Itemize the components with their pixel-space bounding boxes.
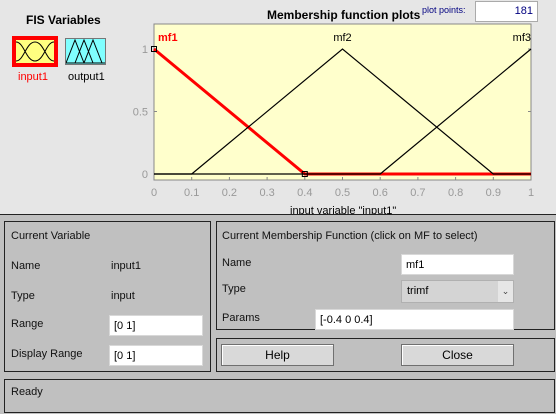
buttons-panel: Help Close [216,338,555,372]
params-label: Params [222,312,260,324]
plot-background [153,23,532,181]
y-tick-label: 0.5 [133,107,148,119]
x-tick-label: 0.8 [448,187,463,199]
current-mf-panel: Current Membership Function (click on MF… [216,221,555,330]
status-bar: Ready [4,379,555,413]
y-tick-label: 0 [142,169,148,181]
mf-name-label: Name [222,257,252,269]
x-tick-label: 0.6 [373,187,388,199]
type-value: input [111,290,135,302]
type-label: Type [11,290,35,302]
name-value: input1 [111,260,141,272]
x-tick-label: 0.2 [222,187,237,199]
x-tick-label: 0.7 [410,187,425,199]
x-tick-label: 0.5 [335,187,350,199]
x-tick-label: 1 [528,187,534,199]
current-variable-title: Current Variable [11,230,91,242]
mf-type-select[interactable]: trimf ⌄ [401,280,514,303]
x-tick-label: 0.3 [259,187,274,199]
plot-area-background: FIS Variables input1 output1 Membership … [0,0,556,217]
range-label: Range [11,318,44,330]
mf-label-mf2: mf2 [333,32,351,44]
current-mf-title: Current Membership Function (click on MF… [222,230,478,242]
control-area: Current Variable Name input1 Type input … [0,214,556,414]
display-range-input[interactable]: [0 1] [109,345,203,366]
close-button[interactable]: Close [401,344,514,366]
x-tick-label: 0 [151,187,157,199]
mf-type-label: Type [222,283,246,295]
mf-name-input[interactable]: mf1 [401,254,514,275]
display-range-label: Display Range [11,348,83,360]
membership-function-chart[interactable]: 0 0.1 0.2 0.3 0.4 0.5 0.6 0.7 0.8 0.9 1 0 0.5 1 mf1 mf2… [0,0,556,214]
name-label: Name [11,260,41,272]
mf-label-mf1: mf1 [158,32,178,44]
mf-type-value: trimf [407,285,429,297]
help-button[interactable]: Help [221,344,334,366]
current-variable-panel: Current Variable Name input1 Type input … [4,221,211,372]
y-tick-label: 1 [142,44,148,56]
x-tick-label: 0.1 [184,187,199,199]
status-text: Ready [11,386,43,398]
x-tick-label: 0.9 [486,187,501,199]
params-input[interactable]: [-0.4 0 0.4] [315,309,514,330]
range-input[interactable]: [0 1] [109,315,203,336]
chevron-down-icon[interactable]: ⌄ [498,281,513,302]
x-tick-label: 0.4 [297,187,312,199]
mf-label-mf3: mf3 [513,32,531,44]
